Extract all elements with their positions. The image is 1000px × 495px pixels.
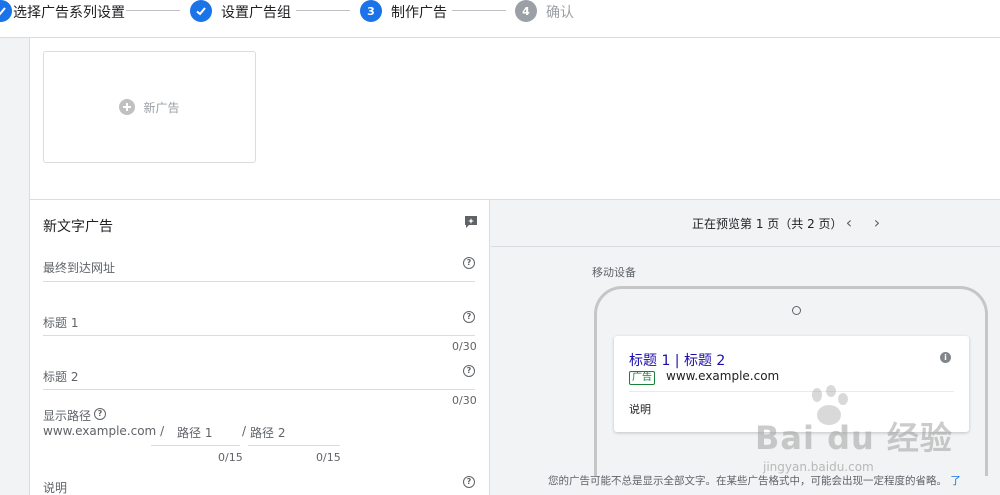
step-2-label[interactable]: 设置广告组 <box>221 2 291 22</box>
path-1-input[interactable]: 路径 1 <box>177 424 212 441</box>
path-2-input[interactable]: 路径 2 <box>250 424 285 441</box>
headline-1-label: 标题 1 <box>43 316 79 330</box>
path-1-underline <box>151 445 240 446</box>
preview-header: 正在预览第 1 页（共 2 页） ‹ › <box>491 200 1000 247</box>
description-field[interactable]: 说明 ? <box>43 470 475 495</box>
display-path-text: 显示路径 <box>43 409 92 423</box>
headline-1-field[interactable]: 标题 1 ? <box>43 304 475 336</box>
help-icon[interactable]: ? <box>94 408 106 420</box>
form-title: 新文字广告 <box>43 219 113 235</box>
help-icon[interactable]: ? <box>463 311 475 323</box>
headline-2-counter: 0/30 <box>452 394 477 407</box>
step-4-number-icon: 4 <box>515 0 537 22</box>
help-icon[interactable]: ? <box>463 257 475 269</box>
ads-list-panel: 新广告 <box>30 38 1000 200</box>
step-connector <box>126 10 180 11</box>
campaign-stepper: 选择广告系列设置 设置广告组 3 制作广告 4 确认 <box>0 0 1000 38</box>
headline-2-field[interactable]: 标题 2 ? <box>43 358 475 390</box>
new-ad-card[interactable]: 新广告 <box>43 51 256 163</box>
step-4-label[interactable]: 确认 <box>546 2 574 22</box>
device-label: 移动设备 <box>592 266 636 279</box>
camera-icon <box>792 306 801 315</box>
description-label: 说明 <box>43 481 68 495</box>
step-1-label[interactable]: 选择广告系列设置 <box>13 2 125 22</box>
baidu-watermark: Bai du 经验 jingyan.baidu.com <box>755 385 955 495</box>
feedback-icon[interactable] <box>463 214 479 230</box>
chevron-right-icon[interactable]: › <box>869 213 885 233</box>
plus-circle-icon <box>119 99 136 115</box>
path-2-counter: 0/15 <box>316 451 341 464</box>
preview-page-status: 正在预览第 1 页（共 2 页） <box>692 217 843 231</box>
ad-description: 说明 <box>629 403 651 416</box>
path-2-underline <box>248 445 340 446</box>
ad-badge: 广告 <box>629 371 655 385</box>
display-path-label: 显示路径 <box>43 407 91 424</box>
chevron-left-icon[interactable]: ‹ <box>841 213 857 233</box>
step-connector <box>296 10 350 11</box>
new-ad-label: 新广告 <box>143 100 180 115</box>
watermark-url: jingyan.baidu.com <box>763 460 874 474</box>
path-separator: / <box>242 424 247 438</box>
headline-2-label: 标题 2 <box>43 370 79 384</box>
ad-display-url: www.example.com <box>666 369 780 383</box>
step-connector <box>452 10 506 11</box>
final-url-label: 最终到达网址 <box>43 261 116 275</box>
step-3-number-icon: 3 <box>360 0 382 22</box>
watermark-text: Bai du 经验 <box>755 419 953 457</box>
step-2-check-icon <box>190 0 212 22</box>
step-3-label[interactable]: 制作广告 <box>391 2 447 22</box>
headline-1-counter: 0/30 <box>452 340 477 353</box>
path-base-url: www.example.com / <box>43 424 165 438</box>
info-icon[interactable]: i <box>940 352 951 363</box>
ad-headline[interactable]: 标题 1 | 标题 2 <box>629 350 725 370</box>
help-icon[interactable]: ? <box>463 476 475 488</box>
left-rail <box>0 38 30 495</box>
final-url-field[interactable]: 最终到达网址 ? <box>43 250 475 282</box>
help-icon[interactable]: ? <box>463 365 475 377</box>
text-ad-form: 新文字广告 最终到达网址 ? 标题 1 ? 0/30 标题 2 ? 0/30 显… <box>30 200 490 495</box>
step-1-check-icon <box>0 0 12 22</box>
path-1-counter: 0/15 <box>218 451 243 464</box>
